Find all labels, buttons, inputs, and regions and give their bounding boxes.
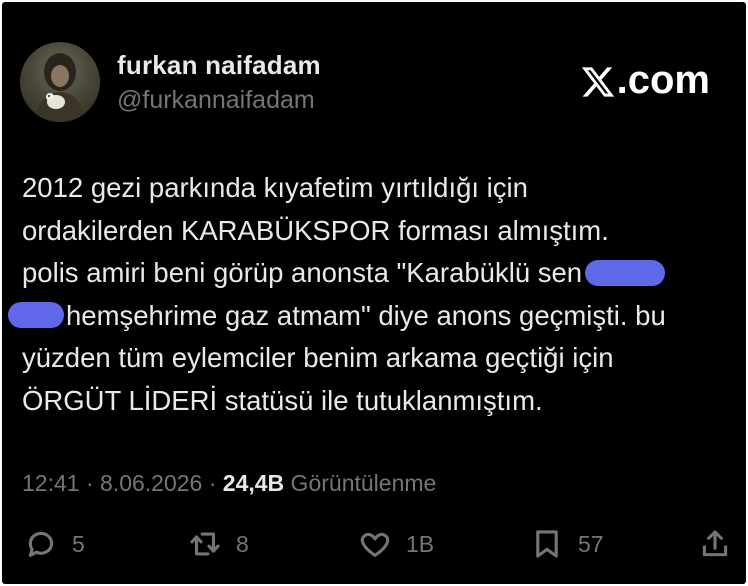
tweet-line-text: polis amiri beni görüp anonsta "Karabükl… [22,257,583,288]
tweet-metadata: 12:41 · 8.06.2026 · 24,4B Görüntülenme [22,470,436,497]
avatar[interactable] [20,42,100,122]
share-button[interactable] [698,527,732,561]
views-label: Görüntülenme [284,470,437,496]
bookmark-button[interactable]: 57 [530,527,604,561]
bookmark-count: 57 [578,530,604,557]
reply-icon [28,531,54,557]
tweet-line: 2012 gezi parkında kıyafetim yırtıldığı … [22,172,528,203]
brand-domain-text: .com [616,58,710,102]
redaction-mark [585,259,666,286]
retweet-button[interactable]: 8 [188,527,249,561]
tweet-line: ordakilerden KARABÜKSPOR forması almıştı… [22,214,609,246]
like-button[interactable]: 1B [358,527,434,561]
user-handle[interactable]: @furkannaifadam [117,86,315,115]
separator: · [202,470,223,496]
tweet-card: furkan naifadam @furkannaifadam .com 201… [2,2,746,584]
tweet-line-text: hemşehrime gaz atmam" diye anons geçmişt… [66,299,666,331]
tweet-line: polis amiri beni görüp anonsta "Karabükl… [22,252,734,295]
tweet-time[interactable]: 12:41 [22,470,80,496]
tweet-line: yüzden tüm eylemciler benim arkama geçti… [22,342,614,373]
brand-watermark: .com [580,58,710,103]
tweet-line: hemşehrime gaz atmam" diye anons geçmişt… [8,295,734,338]
like-count: 1B [406,530,435,557]
reply-button[interactable]: 5 [24,527,85,561]
tweet-text: 2012 gezi parkında kıyafetim yırtıldığı … [8,167,734,422]
retweet-count: 8 [236,530,249,557]
views-count[interactable]: 24,4B [223,470,284,496]
profile-photo-avatar [34,53,86,122]
bookmark-icon [536,530,558,558]
redaction-mark [8,302,64,329]
display-name[interactable]: furkan naifadam [117,50,321,81]
separator: · [79,470,101,496]
tweet-date[interactable]: 8.06.2026 [100,470,202,496]
reply-count: 5 [72,530,85,557]
share-icon [702,530,728,557]
action-bar: 5 8 1B 57 [2,527,746,567]
tweet-line: ÖRGÜT LİDERİ statüsü ile tutuklanmıştım. [22,384,543,416]
heart-icon [360,532,390,557]
retweet-icon [190,532,220,556]
x-logo-icon [581,66,614,97]
